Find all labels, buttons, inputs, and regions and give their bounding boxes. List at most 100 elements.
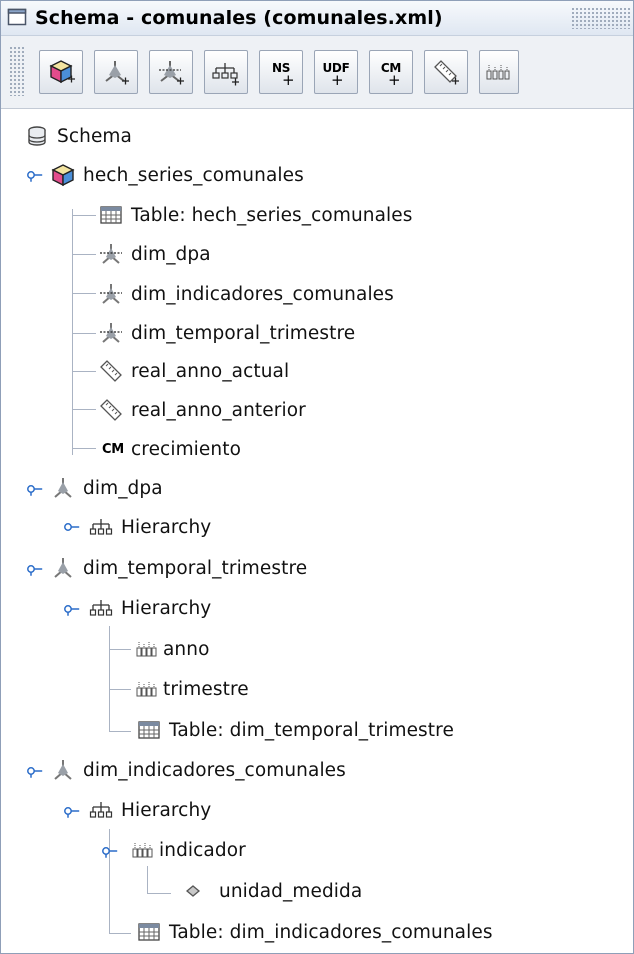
tree-line xyxy=(72,215,96,216)
collapse-handle[interactable] xyxy=(27,763,43,782)
add-measure-button[interactable] xyxy=(424,50,468,94)
level-icon xyxy=(135,677,159,701)
tree-line xyxy=(109,649,131,650)
plus-icon: + xyxy=(388,71,401,89)
add-udf-button[interactable]: UDF + xyxy=(314,50,358,94)
tree-node-table[interactable]: Table: hech_series_comunales xyxy=(99,195,413,235)
dimension-usage-icon xyxy=(99,321,123,345)
level-icon xyxy=(135,637,159,661)
schema-window: Schema - comunales (comunales.xml) NS + … xyxy=(0,0,634,954)
tree-node-dimension[interactable]: dim_dpa xyxy=(51,468,163,508)
collapse-handle[interactable] xyxy=(102,843,118,862)
node-label: indicador xyxy=(159,839,246,861)
cube-add-icon xyxy=(46,57,76,87)
tree-node-table[interactable]: Table: dim_indicadores_comunales xyxy=(137,912,493,952)
tree-line xyxy=(147,866,148,894)
window-title: Schema - comunales (comunales.xml) xyxy=(35,7,443,29)
dimension-icon xyxy=(51,476,75,500)
tree-node-hierarchy[interactable]: Hierarchy xyxy=(89,507,211,547)
node-label: anno xyxy=(163,638,210,660)
node-label: Schema xyxy=(57,125,132,147)
tree-node-measure[interactable]: real_anno_actual xyxy=(99,351,289,391)
tree-node-level[interactable]: anno xyxy=(135,629,210,669)
tree-line xyxy=(109,689,131,690)
measure-icon xyxy=(99,398,123,422)
add-calculated-member-button[interactable]: CM + xyxy=(369,50,413,94)
node-label: dim_temporal_trimestre xyxy=(131,322,356,344)
tree-node-hierarchy[interactable]: Hierarchy xyxy=(89,588,211,628)
tree-node-calculated-member[interactable]: CM crecimiento xyxy=(99,429,241,469)
tree-line xyxy=(72,254,96,255)
collapse-handle[interactable] xyxy=(27,167,43,186)
measure-icon xyxy=(99,359,123,383)
node-label: Hierarchy xyxy=(121,597,212,619)
level-add-icon xyxy=(484,57,514,87)
node-label: real_anno_actual xyxy=(131,360,290,382)
tree-line xyxy=(109,731,131,732)
measure-add-icon xyxy=(431,57,461,87)
title-bar[interactable]: Schema - comunales (comunales.xml) xyxy=(1,1,633,36)
tree-node-table[interactable]: Table: dim_temporal_trimestre xyxy=(137,710,454,750)
tree-node-dimension-usage[interactable]: dim_indicadores_comunales xyxy=(99,274,394,314)
add-dimension-button[interactable] xyxy=(94,50,138,94)
tree-node-measure[interactable]: real_anno_anterior xyxy=(99,390,306,430)
database-icon xyxy=(25,124,49,148)
table-icon xyxy=(137,718,161,742)
plus-icon: + xyxy=(282,71,295,89)
tree-node-hierarchy[interactable]: Hierarchy xyxy=(89,790,211,830)
add-level-button[interactable] xyxy=(479,50,519,94)
dimension-icon xyxy=(51,556,75,580)
tree-line xyxy=(109,626,110,732)
tree-node-dimension-usage[interactable]: dim_dpa xyxy=(99,234,211,274)
tree-line xyxy=(72,333,96,334)
hierarchy-icon xyxy=(89,798,113,822)
node-label: Table: hech_series_comunales xyxy=(131,204,413,226)
node-label: dim_dpa xyxy=(131,243,211,265)
tree-line xyxy=(109,933,131,934)
tree-node-level[interactable]: trimestre xyxy=(135,669,249,709)
add-named-set-button[interactable]: NS + xyxy=(259,50,303,94)
cube-icon xyxy=(51,163,75,187)
dimension-usage-icon xyxy=(99,282,123,306)
collapse-handle[interactable] xyxy=(64,601,80,620)
window-icon xyxy=(7,7,27,27)
node-label: crecimiento xyxy=(131,438,242,460)
tree-line xyxy=(72,409,96,410)
tree-node-cube[interactable]: hech_series_comunales xyxy=(51,155,304,195)
node-label: Hierarchy xyxy=(121,799,212,821)
schema-tree[interactable]: Schema hech_series_comunales Table: hech… xyxy=(1,109,633,953)
dimension-usage-icon xyxy=(99,242,123,266)
table-icon xyxy=(137,920,161,944)
tree-line xyxy=(72,448,96,449)
dimension-icon xyxy=(51,758,75,782)
toolbar-grip[interactable] xyxy=(9,46,25,96)
tree-node-property[interactable]: unidad_medida xyxy=(181,871,362,911)
tree-line xyxy=(147,893,171,894)
collapse-handle[interactable] xyxy=(64,803,80,822)
table-icon xyxy=(99,203,123,227)
node-label: dim_indicadores_comunales xyxy=(131,283,394,305)
tree-line xyxy=(72,371,96,372)
node-label: dim_temporal_trimestre xyxy=(83,557,308,579)
tree-node-dimension[interactable]: dim_temporal_trimestre xyxy=(51,548,307,588)
add-cube-button[interactable] xyxy=(39,50,83,94)
tree-node-dimension[interactable]: dim_indicadores_comunales xyxy=(51,750,346,790)
node-label: hech_series_comunales xyxy=(83,164,304,186)
tree-line xyxy=(72,293,96,294)
tree-node-schema[interactable]: Schema xyxy=(25,116,132,156)
collapse-handle[interactable] xyxy=(27,481,43,500)
tree-node-level[interactable]: indicador xyxy=(131,830,246,870)
node-label: trimestre xyxy=(163,678,249,700)
toolbar: NS + UDF + CM + xyxy=(1,36,633,109)
add-dimension-usage-button[interactable] xyxy=(149,50,193,94)
node-label: dim_indicadores_comunales xyxy=(83,759,346,781)
tree-node-dimension-usage[interactable]: dim_temporal_trimestre xyxy=(99,313,355,353)
collapse-handle[interactable] xyxy=(27,561,43,580)
node-label: Hierarchy xyxy=(121,516,212,538)
hierarchy-icon xyxy=(89,596,113,620)
dimension-add-icon xyxy=(101,57,131,87)
calculated-member-icon: CM xyxy=(102,441,124,457)
add-hierarchy-button[interactable] xyxy=(204,50,248,94)
expand-handle[interactable] xyxy=(64,519,80,538)
title-grip xyxy=(571,7,631,29)
